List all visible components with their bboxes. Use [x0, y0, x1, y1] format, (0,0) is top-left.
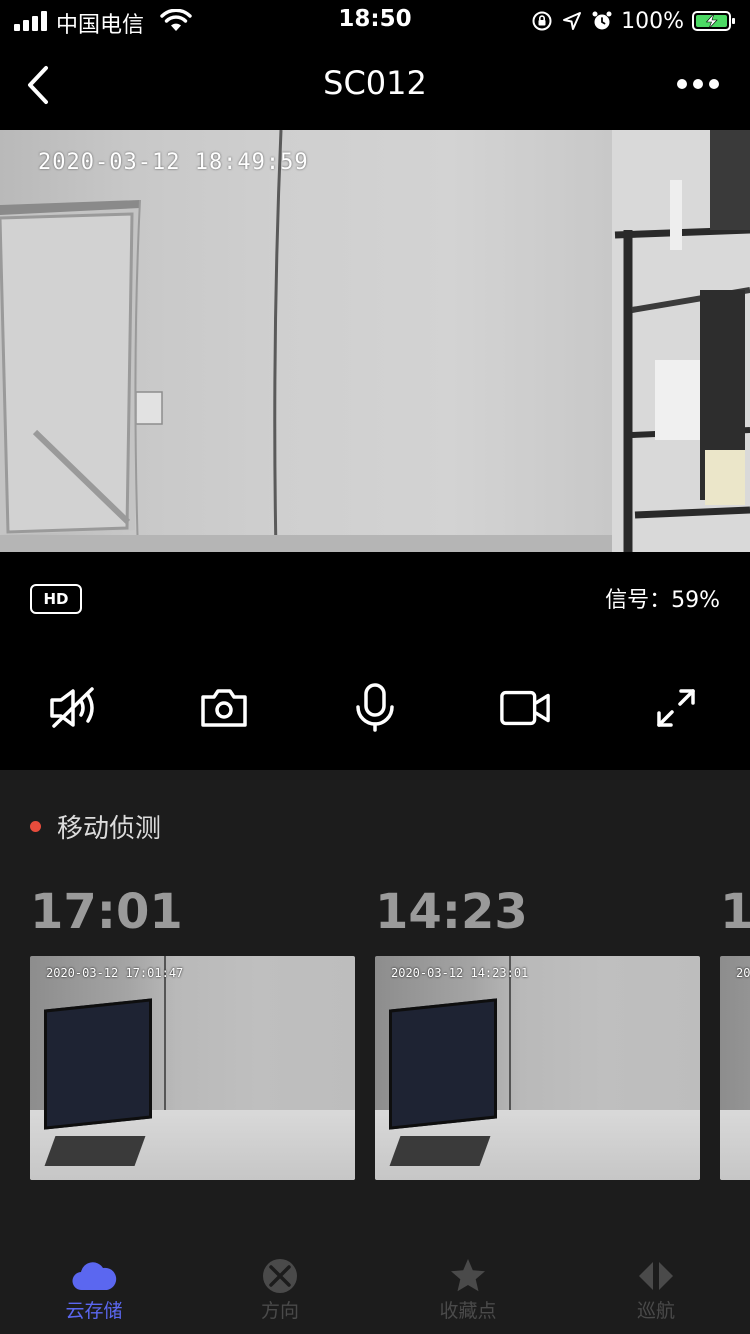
- hd-quality-button[interactable]: HD: [30, 584, 82, 614]
- event-time: 17:01: [30, 884, 183, 940]
- star-icon: [451, 1259, 485, 1292]
- thumbnail-timestamp: 2020-03-12 17:01:47: [46, 966, 184, 980]
- bottom-tab-bar: 云存储 方向 收藏点 巡航: [0, 1240, 750, 1334]
- stream-info-row: HD 信号：59%: [0, 552, 750, 642]
- tab-direction[interactable]: 方向: [220, 1258, 340, 1323]
- camera-scene: [0, 130, 750, 552]
- cloud-icon: [72, 1262, 117, 1291]
- tab-cruise[interactable]: 巡航: [596, 1258, 716, 1323]
- location-icon: [563, 12, 582, 30]
- camera-toolbar: [0, 642, 750, 770]
- motion-events-panel: 移动侦测 17:01 2020-03-12 17:01:47 14:23 202…: [0, 770, 750, 1240]
- event-thumbnail[interactable]: 2020-03-12 14:23:01: [375, 956, 700, 1180]
- signal-strength: 信号：59%: [605, 588, 720, 613]
- cruise-icon: [639, 1262, 673, 1290]
- battery-percent: 100%: [621, 8, 684, 34]
- tab-label: 方向: [260, 1300, 299, 1322]
- live-video-view[interactable]: 2020-03-12 18:49:59: [0, 130, 750, 552]
- status-bar: 中国电信 18:50 100%: [0, 0, 750, 42]
- thumbnail-timestamp: 20: [736, 966, 750, 980]
- tab-label: 巡航: [636, 1300, 675, 1322]
- mute-button[interactable]: [48, 682, 100, 734]
- direction-icon: [263, 1259, 297, 1293]
- battery-charging-icon: [692, 11, 735, 31]
- orientation-lock-icon: [532, 11, 552, 31]
- video-timestamp: 2020-03-12 18:49:59: [38, 150, 309, 175]
- event-item[interactable]: 17:01 2020-03-12 17:01:47: [30, 880, 355, 1180]
- section-title: 移动侦测: [57, 814, 162, 844]
- event-time: 14:23: [375, 884, 528, 940]
- video-record-icon: [500, 690, 550, 726]
- mute-icon: [50, 687, 94, 728]
- red-dot-icon: [30, 821, 41, 832]
- tab-label: 云存储: [65, 1300, 123, 1322]
- status-right-group: 100%: [531, 7, 736, 35]
- tab-label: 收藏点: [439, 1300, 497, 1322]
- fullscreen-icon: [657, 689, 695, 727]
- tab-cloud-storage[interactable]: 云存储: [34, 1258, 154, 1323]
- talk-button[interactable]: [349, 682, 401, 734]
- event-thumbnail[interactable]: 2020-03-12 17:01:47: [30, 956, 355, 1180]
- motion-section-header: 移动侦测: [30, 808, 161, 845]
- event-thumbnail[interactable]: 20: [720, 956, 750, 1180]
- navigation-bar: SC012: [0, 42, 750, 130]
- thumbnail-timestamp: 2020-03-12 14:23:01: [391, 966, 529, 980]
- tab-favorites[interactable]: 收藏点: [408, 1258, 528, 1323]
- fullscreen-button[interactable]: [650, 682, 702, 734]
- event-item[interactable]: 14:23 2020-03-12 14:23:01: [375, 880, 700, 1180]
- more-options-icon[interactable]: [674, 72, 722, 96]
- camera-icon: [201, 689, 247, 727]
- alarm-icon: [592, 11, 612, 30]
- snapshot-button[interactable]: [198, 682, 250, 734]
- event-time: 14: [720, 884, 750, 940]
- microphone-icon: [356, 683, 394, 732]
- record-button[interactable]: [499, 682, 551, 734]
- page-title: SC012: [323, 64, 427, 102]
- event-item[interactable]: 14 20: [720, 880, 750, 1180]
